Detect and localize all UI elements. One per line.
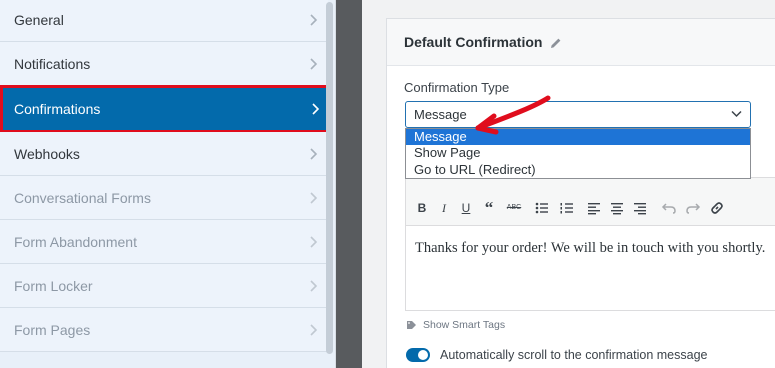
confirmation-card: Default Confirmation Confirmation Type M…	[386, 18, 775, 368]
italic-icon[interactable]: I	[436, 200, 452, 216]
blockquote-icon[interactable]: “	[481, 199, 497, 216]
divider	[336, 0, 362, 368]
settings-sidebar: General Notifications Confirmations Webh…	[0, 0, 336, 368]
underline-icon[interactable]: U	[458, 200, 474, 216]
chevron-right-icon	[309, 0, 318, 41]
sidebar-item-label: General	[14, 11, 64, 28]
select-value: Message	[414, 107, 467, 122]
bullet-list-icon[interactable]	[534, 200, 550, 216]
sidebar-item-confirmations[interactable]: Confirmations	[0, 85, 333, 133]
sidebar-item-label: Form Pages	[14, 321, 91, 338]
align-left-icon[interactable]	[586, 200, 602, 216]
auto-scroll-row: Automatically scroll to the confirmation…	[406, 348, 707, 362]
sidebar-item-label: Conversational Forms	[14, 189, 151, 206]
card-header: Default Confirmation	[387, 19, 775, 66]
show-smart-tags-link[interactable]: Show Smart Tags	[406, 319, 505, 331]
sidebar-item-form-pages[interactable]: Form Pages	[0, 308, 328, 352]
sidebar-item-label: Form Abandonment	[14, 233, 137, 250]
sidebar-item-conversational-forms[interactable]: Conversational Forms	[0, 176, 328, 220]
tags-icon	[407, 321, 416, 329]
message-editor[interactable]: B I U “ ABC Thanks for your order! We wi…	[405, 177, 775, 311]
chevron-right-icon	[309, 264, 318, 307]
option-message[interactable]: Message	[406, 129, 750, 146]
align-right-icon[interactable]	[632, 200, 648, 216]
bold-icon[interactable]: B	[414, 200, 430, 216]
sidebar-item-label: Confirmations	[14, 101, 101, 117]
link-icon[interactable]	[709, 200, 725, 216]
editor-toolbar: B I U “ ABC	[406, 178, 775, 226]
sidebar-item-label: Form Locker	[14, 277, 93, 294]
toggle-knob	[418, 350, 428, 360]
red-arrow-annotation	[475, 95, 551, 135]
sidebar-scrollbar[interactable]	[326, 2, 333, 354]
align-center-icon[interactable]	[609, 200, 625, 216]
sidebar-item-form-abandonment[interactable]: Form Abandonment	[0, 220, 328, 264]
card-title: Default Confirmation	[404, 34, 543, 50]
option-go-to-url[interactable]: Go to URL (Redirect)	[406, 162, 750, 178]
confirmation-type-select[interactable]: Message	[405, 101, 751, 128]
chevron-down-icon	[731, 110, 742, 118]
main-panel: Default Confirmation Confirmation Type M…	[362, 0, 775, 368]
confirmation-type-dropdown[interactable]: Message Show Page Go to URL (Redirect)	[405, 128, 751, 179]
redo-icon[interactable]	[685, 200, 701, 216]
sidebar-item-label: Webhooks	[14, 145, 80, 162]
auto-scroll-toggle[interactable]	[406, 348, 430, 362]
chevron-right-icon	[309, 132, 318, 175]
chevron-right-icon	[309, 176, 318, 219]
sidebar-item-general[interactable]: General	[0, 0, 328, 42]
numbered-list-icon[interactable]	[559, 200, 575, 216]
confirmation-type-label: Confirmation Type	[404, 80, 510, 95]
auto-scroll-label: Automatically scroll to the confirmation…	[440, 348, 708, 362]
sidebar-item-form-locker[interactable]: Form Locker	[0, 264, 328, 308]
sidebar-item-notifications[interactable]: Notifications	[0, 42, 328, 86]
sidebar-item-webhooks[interactable]: Webhooks	[0, 132, 328, 176]
chevron-right-icon	[309, 220, 318, 263]
sidebar-item-label: Notifications	[14, 55, 91, 72]
strikethrough-icon[interactable]: ABC	[504, 200, 524, 216]
undo-icon[interactable]	[661, 200, 677, 216]
option-show-page[interactable]: Show Page	[406, 145, 750, 161]
chevron-right-icon	[309, 308, 318, 351]
chevron-right-icon	[309, 42, 318, 85]
editor-content[interactable]: Thanks for your order! We will be in tou…	[415, 240, 765, 257]
smart-tags-label: Show Smart Tags	[423, 319, 506, 331]
chevron-right-icon	[311, 88, 320, 130]
pencil-icon[interactable]	[550, 36, 562, 48]
